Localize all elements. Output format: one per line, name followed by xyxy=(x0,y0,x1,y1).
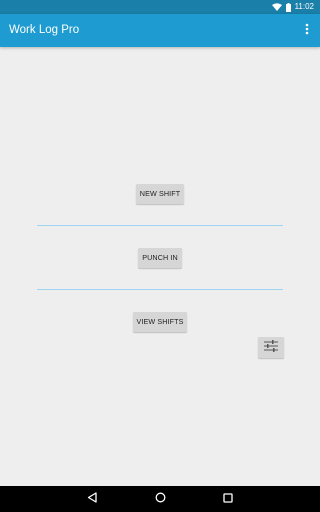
wifi-icon xyxy=(271,3,282,11)
divider xyxy=(37,225,283,226)
overflow-menu-button[interactable] xyxy=(300,22,314,39)
more-vert-icon xyxy=(305,22,309,40)
recents-icon xyxy=(223,490,233,508)
punch-in-button[interactable]: PUNCH IN xyxy=(138,248,182,268)
home-button[interactable] xyxy=(153,492,167,506)
back-icon xyxy=(87,490,97,508)
navigation-bar xyxy=(0,486,320,512)
app-title: Work Log Pro xyxy=(9,24,80,36)
status-time: 11:02 xyxy=(294,2,314,11)
battery-icon xyxy=(285,2,291,12)
status-icons: 11:02 xyxy=(271,1,314,13)
recents-button[interactable] xyxy=(221,492,235,506)
filter-settings-button[interactable] xyxy=(258,337,284,358)
app-bar: Work Log Pro xyxy=(0,14,320,47)
home-icon xyxy=(155,490,166,508)
back-button[interactable] xyxy=(85,492,99,506)
new-shift-button[interactable]: NEW SHIFT xyxy=(136,184,184,204)
divider xyxy=(37,289,283,290)
tune-icon xyxy=(264,339,278,357)
view-shifts-button[interactable]: VIEW SHIFTS xyxy=(133,312,187,332)
status-bar: 11:02 xyxy=(0,0,320,14)
